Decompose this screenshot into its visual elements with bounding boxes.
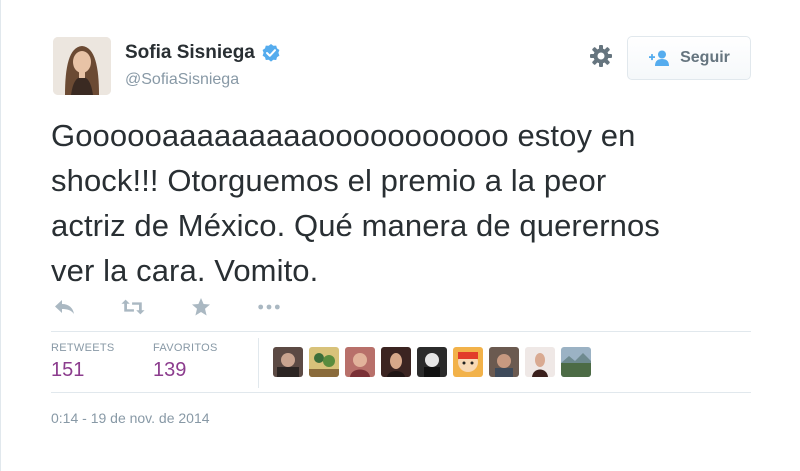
favoriters-avatars: [273, 347, 597, 377]
tweet-text: Goooooaaaaaaaaaooooooooooo estoy en shoc…: [51, 113, 751, 293]
favorites-label: FAVORITOS: [153, 342, 218, 354]
stats-separator: [258, 338, 259, 388]
tweet-text-line: Goooooaaaaaaaaaooooooooooo estoy en: [51, 118, 636, 153]
favoriter-avatar[interactable]: [417, 347, 447, 377]
favoriter-avatar[interactable]: [561, 347, 591, 377]
retweets-stat[interactable]: RETWEETS 151: [51, 342, 153, 386]
tweet-text-line: ver la cara. Vomito.: [51, 253, 319, 288]
user-full-name[interactable]: Sofia Sisniega: [125, 42, 255, 64]
name-row: Sofia Sisniega: [125, 42, 281, 64]
favoriter-avatar[interactable]: [525, 347, 555, 377]
tweet-card: Sofia Sisniega @SofiaSisniega Seguir Goo…: [0, 0, 800, 471]
favoriter-avatar[interactable]: [345, 347, 375, 377]
retweet-icon[interactable]: [121, 295, 145, 319]
avatar[interactable]: [53, 37, 111, 95]
verified-badge-icon: [261, 43, 281, 63]
follow-button-label: Seguir: [680, 49, 730, 66]
tweet-text-line: shock!!! Otorguemos el premio a la peor: [51, 163, 607, 198]
favoriter-avatar[interactable]: [273, 347, 303, 377]
tweet-actions: [53, 294, 325, 320]
retweets-label: RETWEETS: [51, 342, 115, 354]
tweet-timestamp[interactable]: 0:14 - 19 de nov. de 2014: [51, 410, 210, 426]
favoriter-avatar[interactable]: [381, 347, 411, 377]
follow-button[interactable]: Seguir: [627, 36, 751, 80]
favoriter-avatar[interactable]: [453, 347, 483, 377]
favorite-icon[interactable]: [189, 295, 213, 319]
user-handle[interactable]: @SofiaSisniega: [125, 71, 239, 89]
retweets-count: 151: [51, 359, 85, 381]
divider: [51, 392, 751, 393]
divider: [51, 331, 751, 332]
favoriter-avatar[interactable]: [309, 347, 339, 377]
add-user-icon: [648, 49, 672, 67]
favoriter-avatar[interactable]: [489, 347, 519, 377]
tweet-stats: RETWEETS 151 FAVORITOS 139: [51, 342, 255, 386]
favorites-count: 139: [153, 359, 187, 381]
favorites-stat[interactable]: FAVORITOS 139: [153, 342, 255, 386]
reply-icon[interactable]: [53, 295, 77, 319]
tweet-text-line: actriz de México. Qué manera de quererno…: [51, 208, 660, 243]
gear-icon[interactable]: [588, 43, 614, 69]
more-icon[interactable]: [257, 295, 281, 319]
